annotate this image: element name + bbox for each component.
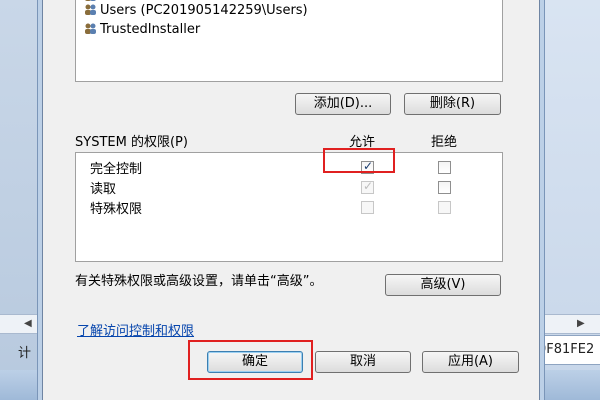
special-deny-checkbox[interactable] [438,201,451,214]
advanced-button[interactable]: 高级(V) [385,274,501,296]
background-right-text: 0F81FE2 [538,342,595,357]
user-name: TrustedInstaller [100,22,201,37]
full-control-deny-checkbox[interactable] [438,161,451,174]
user-list[interactable]: Users (PC201905142259\Users) TrustedInst… [75,0,503,82]
permissions-title: SYSTEM 的权限(P) [75,135,188,150]
permission-label-read: 读取 [90,182,117,197]
user-name: Users (PC201905142259\Users) [100,3,308,18]
remove-button[interactable]: 删除(R) [404,93,501,115]
check-icon: ✓ [363,179,374,193]
user-group-icon [84,22,98,34]
user-group-icon [84,0,98,1]
scroll-left-arrow-icon[interactable]: ◀ [24,318,32,329]
apply-button[interactable]: 应用(A) [422,351,519,373]
background-left-text: 计 [18,346,32,361]
read-allow-checkbox[interactable]: ✓ [361,179,374,194]
add-button[interactable]: 添加(D)... [295,93,391,115]
list-item[interactable]: TrustedInstaller [84,22,200,40]
list-item[interactable]: Users (PC201905142259\Users) [84,3,308,21]
permission-label-special: 特殊权限 [90,202,143,217]
user-group-icon [84,3,98,15]
special-allow-checkbox[interactable] [361,201,374,214]
highlight-frame-allow [323,148,395,173]
access-control-help-link[interactable]: 了解访问控制和权限 [77,320,194,339]
read-deny-checkbox[interactable] [438,181,451,194]
deny-column-header: 拒绝 [431,135,458,150]
permissions-dialog: Users (PC201905142259\Users) TrustedInst… [42,0,540,400]
permissions-list: 完全控制 读取 特殊权限 ✓ ✓ [75,152,503,262]
permission-label-full-control: 完全控制 [90,162,143,177]
scroll-right-arrow-icon[interactable]: ▶ [577,318,585,329]
highlight-frame-ok [188,340,313,380]
advanced-note: 有关特殊权限或高级设置，请单击“高级”。 [75,274,323,289]
background-left-panel [0,0,43,400]
cancel-button[interactable]: 取消 [315,351,411,373]
